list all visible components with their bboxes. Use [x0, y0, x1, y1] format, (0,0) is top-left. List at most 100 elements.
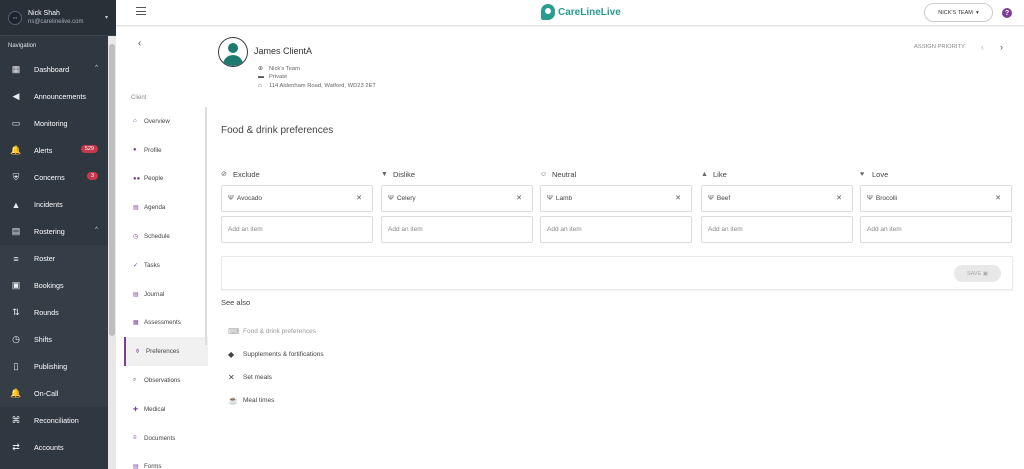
close-icon[interactable]: ✕	[675, 194, 681, 202]
sidebar-item-label: Monitoring	[34, 119, 68, 128]
client-nav-item-overview[interactable]: ⌂ Overview	[124, 107, 208, 136]
sidebar-item-dashboard[interactable]: ▦ Dashboard ^	[0, 56, 116, 83]
see-also-label: Food & drink preferences	[243, 328, 316, 335]
add-item-input[interactable]: Add an item	[701, 216, 853, 243]
schedule-icon: ◷	[133, 234, 139, 241]
client-nav-item-people[interactable]: ●● People	[124, 165, 208, 194]
sidebar-item-reconciliation[interactable]: ⌘ Reconciliation	[0, 407, 116, 434]
add-item-placeholder: Add an item	[228, 226, 263, 233]
close-icon[interactable]: ✕	[836, 194, 842, 202]
client-nav-item-documents[interactable]: ≡ Documents	[124, 424, 208, 453]
client-nav-label: Forms	[144, 463, 162, 469]
close-icon[interactable]: ✕	[995, 194, 1001, 202]
warning-icon: ▲	[11, 199, 21, 210]
floppy-disk-icon: ▣	[982, 270, 988, 277]
client-nav-item-preferences[interactable]: ⚱ Preferences	[124, 337, 208, 367]
clock-icon: ◷	[12, 334, 20, 344]
close-icon[interactable]: ✕	[516, 194, 522, 202]
neutral-face-icon: ☺	[540, 170, 548, 178]
oncall-icon: 🔔	[10, 388, 22, 398]
help-icon[interactable]: ?	[1002, 8, 1012, 18]
client-nav-item-assessments[interactable]: ▦ Assessments	[124, 309, 208, 338]
client-team-text: Nick's Team	[269, 65, 300, 72]
publish-icon: ▯	[13, 361, 19, 371]
add-item-input[interactable]: Add an item	[860, 216, 1012, 243]
sidebar-item-alerts[interactable]: 🔔 Alerts 529	[0, 137, 116, 164]
pref-heading-exclude: ⊘ Exclude	[221, 167, 373, 181]
client-nav-item-medical[interactable]: ✚ Medical	[124, 395, 208, 424]
chevron-down-icon[interactable]: ▾	[105, 14, 108, 21]
assign-priority-button[interactable]: ASSIGN PRIORITY	[914, 44, 965, 50]
pref-column-love: ♥ Love Ψ Brocolli ✕ Add an item	[860, 167, 1012, 243]
see-also-label: Set meals	[243, 374, 272, 381]
sidebar-item-on-call[interactable]: 🔔 On-Call	[0, 380, 116, 407]
sidebar-item-announcements[interactable]: ◀ Announcements	[0, 83, 116, 110]
previous-arrow-icon[interactable]: ‹	[981, 42, 984, 52]
scrollbar-thumb[interactable]	[109, 44, 115, 336]
client-nav-item-tasks[interactable]: ✓ Tasks	[124, 251, 208, 280]
pref-item-label: Avocado	[236, 195, 263, 202]
sidebar-item-accounts[interactable]: ⇄ Accounts	[0, 434, 116, 461]
sidebar-scrollbar[interactable]	[108, 36, 116, 469]
sidebar-item-rounds[interactable]: ⇅ Rounds	[0, 299, 116, 326]
close-icon[interactable]: ✕	[356, 194, 362, 202]
pref-heading-like: ▲ Like	[701, 167, 853, 181]
hamburger-menu-icon[interactable]	[136, 7, 146, 18]
food-drink-icon: ⌨	[228, 327, 240, 336]
chevron-up-icon[interactable]: ^	[95, 65, 98, 71]
list-icon: ≡	[13, 253, 19, 264]
ban-icon: ⊘	[221, 171, 227, 178]
cutlery-icon: ✕	[228, 373, 235, 382]
client-nav-item-profile[interactable]: ● Profile	[124, 136, 208, 165]
client-nav-item-journal[interactable]: ▤ Journal	[124, 280, 208, 309]
thumbs-up-icon: ▲	[701, 170, 708, 178]
pref-column-exclude: ⊘ Exclude Ψ Avocado ✕ Add an item	[221, 167, 373, 243]
count-badge: 3	[86, 172, 98, 180]
add-item-placeholder: Add an item	[388, 226, 423, 233]
sidebar-item-publishing[interactable]: ▯ Publishing	[0, 353, 116, 380]
client-nav-scrollbar[interactable]	[205, 107, 207, 345]
add-item-input[interactable]: Add an item	[381, 216, 533, 243]
sidebar-item-incidents[interactable]: ▲ Incidents	[0, 191, 116, 218]
add-item-input[interactable]: Add an item	[221, 216, 373, 243]
next-arrow-icon[interactable]: ›	[1000, 42, 1003, 52]
cutlery-icon: Ψ	[228, 195, 234, 202]
see-also-link-1[interactable]: ⌨ Food & drink preferences	[228, 327, 316, 336]
pref-heading-love: ♥ Love	[860, 167, 1012, 181]
sidebar-item-roster[interactable]: ≡ Roster	[0, 245, 116, 272]
pref-item: Ψ Brocolli ✕	[860, 185, 1012, 212]
client-nav-item-observations[interactable]: ⌕ Observations	[124, 366, 208, 395]
client-nav-label: Agenda	[144, 204, 166, 212]
save-button[interactable]: SAVE ▣	[954, 265, 1001, 282]
user-menu[interactable]: ••• Nick Shah ns@carelinelive.com ▾	[0, 0, 116, 36]
add-item-input[interactable]: Add an item	[540, 216, 692, 243]
client-nav-item-schedule[interactable]: ◷ Schedule	[124, 222, 208, 251]
sidebar-item-bookings[interactable]: ▣ Bookings	[0, 272, 116, 299]
client-nav-label: Journal	[144, 290, 165, 298]
team-selector[interactable]: NICK'S TEAM ▾	[924, 3, 993, 22]
chevron-up-icon[interactable]: ^	[95, 227, 98, 233]
sidebar-item-label: Incidents	[34, 200, 63, 209]
see-also-link-4[interactable]: ☕ Meal times	[228, 396, 274, 405]
back-chevron-icon[interactable]: ‹	[138, 38, 141, 49]
save-bar: SAVE ▣	[221, 256, 1013, 290]
sidebar-item-concerns[interactable]: ⛨ Concerns 3	[0, 164, 116, 191]
sidebar-item-rostering[interactable]: ▤ Rostering ^	[0, 218, 116, 245]
brand-logo[interactable]: CareLineLive	[541, 4, 621, 20]
sidebar-section-title: Navigation	[8, 43, 37, 49]
client-nav-item-forms[interactable]: ▤ Forms	[124, 453, 208, 469]
client-nav-item-agenda[interactable]: ▤ Agenda	[124, 193, 208, 222]
add-item-placeholder: Add an item	[547, 226, 582, 233]
pref-item-label: Lamb	[555, 195, 573, 202]
tasks-icon: ✓	[133, 262, 139, 269]
sidebar-item-monitoring[interactable]: ▭ Monitoring	[0, 110, 116, 137]
see-also-link-3[interactable]: ✕ Set meals	[228, 373, 272, 382]
cutlery-icon: Ψ	[388, 195, 394, 202]
home-icon: ⌂	[258, 83, 262, 89]
pref-column-like: ▲ Like Ψ Beef ✕ Add an item	[701, 167, 853, 243]
client-address-text: 114 Aldenham Road, Watford, WD23 2ET	[269, 83, 376, 89]
sidebar-item-shifts[interactable]: ◷ Shifts	[0, 326, 116, 353]
see-also-link-2[interactable]: ◆ Supplements & fortifications	[228, 350, 324, 359]
pref-item: Ψ Lamb ✕	[540, 185, 692, 212]
sidebar-item-label: Dashboard	[34, 65, 70, 74]
